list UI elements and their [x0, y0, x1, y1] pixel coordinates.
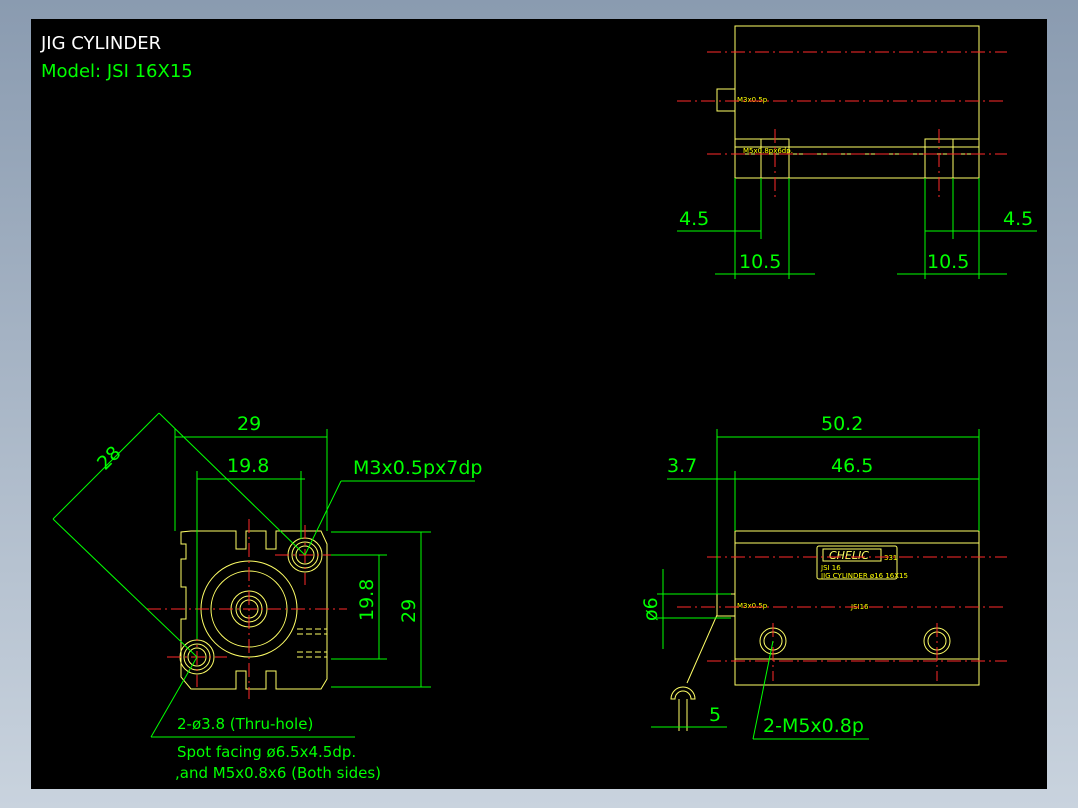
top-dim-right-width: 10.5 — [927, 251, 969, 273]
top-dim-left-small: 4.5 — [679, 208, 709, 230]
top-thread-label: M3x0.5p — [737, 96, 768, 104]
front-view: 28 29 19.8 M3x0.5px7dp 19.8 29 2-ø3.8 (T… — [52, 412, 482, 782]
plate-line-1: JSI 16 — [820, 564, 841, 572]
cad-canvas: JIG CYLINDER Model: JSI 16X15 M3x0.5p M5… — [31, 19, 1047, 789]
top-dim-left-width: 10.5 — [739, 251, 781, 273]
brand-sub: 331 — [884, 554, 897, 562]
front-note-hole-1: 2-ø3.8 (Thru-hole) — [177, 715, 313, 733]
model-label: Model: JSI 16X15 — [41, 61, 193, 82]
side-label-mount: 2-M5x0.8p — [763, 715, 864, 737]
side-view: CHELIC 331 JSI 16 JIG CYLINDER ø16 16X15… — [640, 413, 1007, 740]
front-dim-height-v: 29 — [398, 599, 420, 623]
brand-label: CHELIC — [829, 549, 869, 562]
cad-drawing: JIG CYLINDER Model: JSI 16X15 M3x0.5p M5… — [40, 25, 1037, 782]
top-dim-right-small: 4.5 — [1003, 208, 1033, 230]
side-dim-5: 5 — [709, 704, 721, 726]
top-view: M3x0.5p M5x0.8px6dp. 4.5 4.5 10.5 10.5 — [677, 25, 1037, 279]
front-note-tap: M3x0.5px7dp — [353, 457, 482, 479]
front-dim-diag: 28 — [93, 442, 126, 475]
front-note-hole-2: Spot facing ø6.5x4.5dp. — [177, 743, 356, 761]
side-dim-dia: ø6 — [640, 597, 662, 621]
side-thread-label: M3x0.5p — [737, 602, 768, 610]
drawing-title: JIG CYLINDER — [40, 33, 161, 54]
side-dim-body: 46.5 — [831, 455, 873, 477]
side-dim-offset: 3.7 — [667, 455, 697, 477]
front-dim-bolt-v: 19.8 — [356, 579, 378, 621]
top-view-body — [734, 25, 980, 179]
front-dim-width: 29 — [237, 413, 261, 435]
plate-line-2: JIG CYLINDER ø16 16X15 — [820, 572, 908, 580]
side-dim-total: 50.2 — [821, 413, 863, 435]
front-note-hole-3: ,and M5x0.8x6 (Both sides) — [175, 764, 381, 782]
front-dim-bolt: 19.8 — [227, 455, 269, 477]
